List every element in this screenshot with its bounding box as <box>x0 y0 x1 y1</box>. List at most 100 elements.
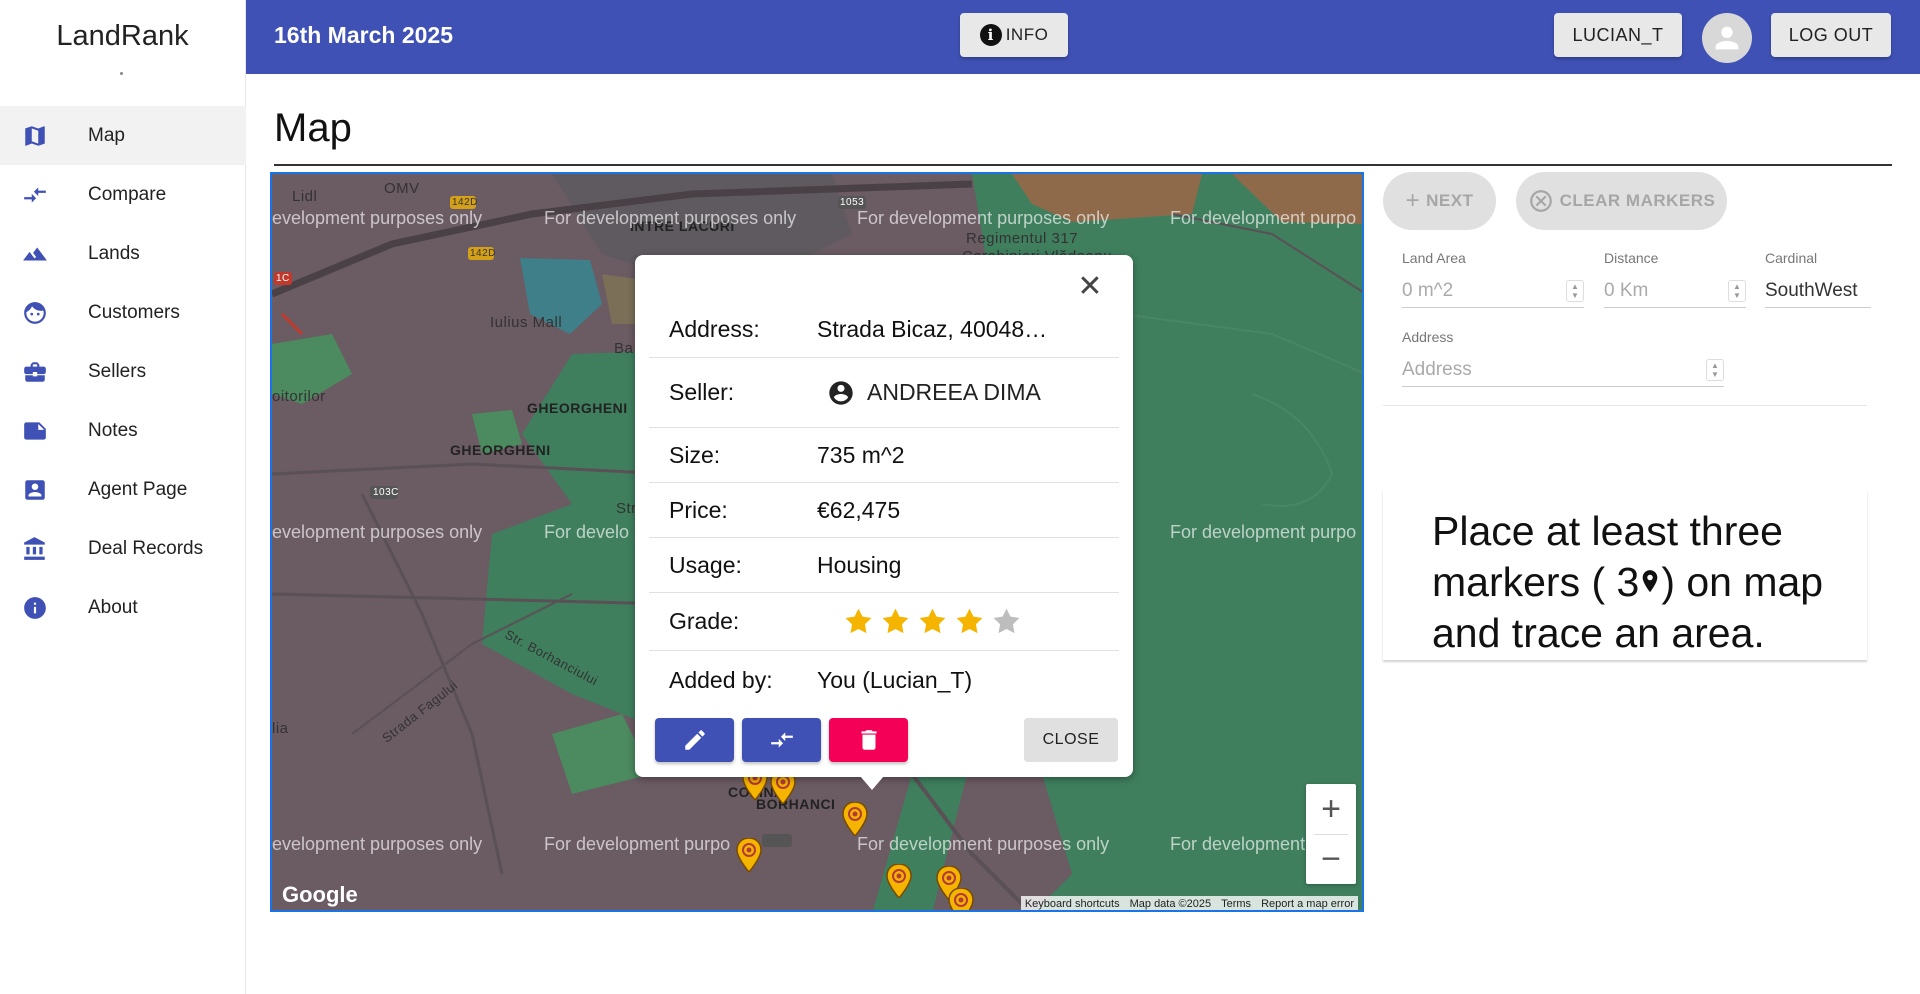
sidebar-item-label: Compare <box>88 183 167 205</box>
map-label: Iulius Mall <box>490 314 563 331</box>
distance-input[interactable]: 0 Km ▲ ▼ <box>1604 274 1746 308</box>
close-icon[interactable]: ✕ <box>1075 270 1105 303</box>
cardinal-label: Cardinal <box>1765 250 1818 266</box>
face-icon <box>22 300 48 326</box>
star-filled-icon <box>882 608 909 634</box>
popup-row-grade: Grade: <box>649 593 1119 651</box>
seller-value[interactable]: ANDREEA DIMA <box>817 379 1041 407</box>
contact-card-icon <box>22 477 48 503</box>
close-button[interactable]: CLOSE <box>1024 718 1118 762</box>
briefcase-icon <box>22 359 48 385</box>
edit-button[interactable] <box>655 718 734 762</box>
report-map-error-link[interactable]: Report a map error <box>1261 898 1354 910</box>
instruction-text: Place at least three markers ( 3) on map… <box>1432 506 1852 659</box>
next-button[interactable]: + NEXT <box>1383 172 1496 230</box>
map-label: GHEORGHENI <box>527 400 628 416</box>
map-label: Lidl <box>292 188 318 205</box>
info-icon: i <box>979 24 1002 46</box>
map-label: 142D <box>452 197 478 208</box>
popup-row-added-by: Added by: You (Lucian_T) <box>649 651 1119 709</box>
sidebar-nav: Map Compare Lands Customers Sellers Note… <box>0 106 246 637</box>
sidebar-item-compare[interactable]: Compare <box>0 165 246 224</box>
info-button-label: INFO <box>1005 25 1049 44</box>
popup-key: Grade: <box>669 608 740 634</box>
land-area-field: Land Area 0 m^2 ▲ ▼ <box>1402 250 1584 308</box>
map-watermark: For development purpo <box>1170 522 1357 542</box>
popup-row-size: Size: 735 m^2 <box>649 428 1119 483</box>
note-icon <box>22 418 48 444</box>
distance-label: Distance <box>1604 250 1659 266</box>
info-button[interactable]: i INFO <box>960 13 1068 57</box>
address-field: Address Address ▲ ▼ <box>1402 329 1724 387</box>
current-date: 16th March 2025 <box>274 22 453 48</box>
avatar[interactable] <box>1702 13 1752 63</box>
land-marker-pin[interactable] <box>842 802 868 836</box>
title-divider <box>274 164 1892 166</box>
map-label: Str <box>616 500 637 517</box>
number-stepper-icon[interactable]: ▲ ▼ <box>1566 279 1584 302</box>
sidebar-item-label: Customers <box>88 301 180 323</box>
popup-key: Address: <box>669 315 760 342</box>
sidebar-item-deal-records[interactable]: Deal Records <box>0 519 246 578</box>
zoom-control: + − <box>1306 784 1356 884</box>
number-stepper-icon[interactable]: ▲ ▼ <box>1728 279 1746 302</box>
land-marker-pin[interactable] <box>886 864 912 898</box>
sidebar-item-notes[interactable]: Notes <box>0 401 246 460</box>
star-filled-icon <box>845 608 872 634</box>
sidebar-item-map[interactable]: Map <box>0 106 246 165</box>
sidebar-item-sellers[interactable]: Sellers <box>0 342 246 401</box>
address-input[interactable]: Address ▲ ▼ <box>1402 353 1724 387</box>
sidebar-item-agent-page[interactable]: Agent Page <box>0 460 246 519</box>
map-watermark: For develo <box>544 522 630 542</box>
address-placeholder: Address <box>1402 358 1472 380</box>
seller-name: ANDREEA DIMA <box>867 379 1041 405</box>
map-label: GHEORGHENI <box>450 442 551 458</box>
keyboard-shortcuts-link[interactable]: Keyboard shortcuts <box>1025 898 1120 910</box>
map-data-text: Map data ©2025 <box>1129 898 1212 910</box>
user-button[interactable]: LUCIAN_T <box>1554 13 1682 57</box>
sidebar-item-customers[interactable]: Customers <box>0 283 246 342</box>
delete-button[interactable] <box>829 718 908 762</box>
app-title: LandRank <box>56 19 189 52</box>
land-marker-pin[interactable] <box>736 838 762 872</box>
land-info-popup: ✕ Address: Strada Bicaz, 40048… Seller: … <box>635 255 1133 777</box>
map-watermark: For development purposes only <box>544 208 797 228</box>
logout-button[interactable]: LOG OUT <box>1771 13 1891 57</box>
popup-pointer <box>860 776 884 790</box>
zoom-out-button[interactable]: − <box>1306 834 1356 884</box>
star-filled-icon <box>919 608 946 634</box>
compare-button[interactable] <box>742 718 821 762</box>
map-watermark: For development purpo <box>1170 208 1357 228</box>
clear-markers-button[interactable]: CLEAR MARKERS <box>1516 172 1727 230</box>
sidebar-item-lands[interactable]: Lands <box>0 224 246 283</box>
land-area-placeholder: 0 m^2 <box>1402 279 1454 301</box>
map-label: 103C <box>373 487 399 498</box>
land-area-input[interactable]: 0 m^2 ▲ ▼ <box>1402 274 1584 308</box>
map-label: 1C <box>276 273 290 284</box>
popup-key: Seller: <box>669 379 735 405</box>
map-label: OMV <box>384 180 420 197</box>
address-label: Address <box>1402 329 1454 345</box>
scroll-indicator <box>120 72 123 75</box>
sidebar-item-label: Sellers <box>88 360 147 382</box>
terms-link[interactable]: Terms <box>1221 898 1251 910</box>
sidebar-item-about[interactable]: About <box>0 578 246 637</box>
map-label: lia <box>272 720 289 737</box>
popup-row-address: Address: Strada Bicaz, 40048… <box>649 301 1119 358</box>
info-icon <box>22 595 48 621</box>
zoom-in-button[interactable]: + <box>1306 784 1356 834</box>
cardinal-input[interactable]: SouthWest <box>1765 274 1871 308</box>
location-pin-icon <box>1642 570 1658 593</box>
number-stepper-icon[interactable]: ▲ ▼ <box>1706 358 1724 381</box>
map-watermark: evelopment purposes only <box>272 834 483 854</box>
plus-icon: + <box>1405 187 1421 214</box>
page-title: Map <box>274 106 352 150</box>
next-button-label: NEXT <box>1426 191 1474 210</box>
map-attribution: Keyboard shortcuts Map data ©2025 Terms … <box>1020 896 1358 910</box>
terrain-icon <box>22 241 48 267</box>
map-label: Ba <box>614 340 634 357</box>
sidebar-item-label: Deal Records <box>88 537 204 559</box>
map-watermark: For development purposes only <box>857 834 1110 854</box>
land-marker-pin[interactable] <box>948 888 974 912</box>
google-logo: Google <box>282 882 358 907</box>
